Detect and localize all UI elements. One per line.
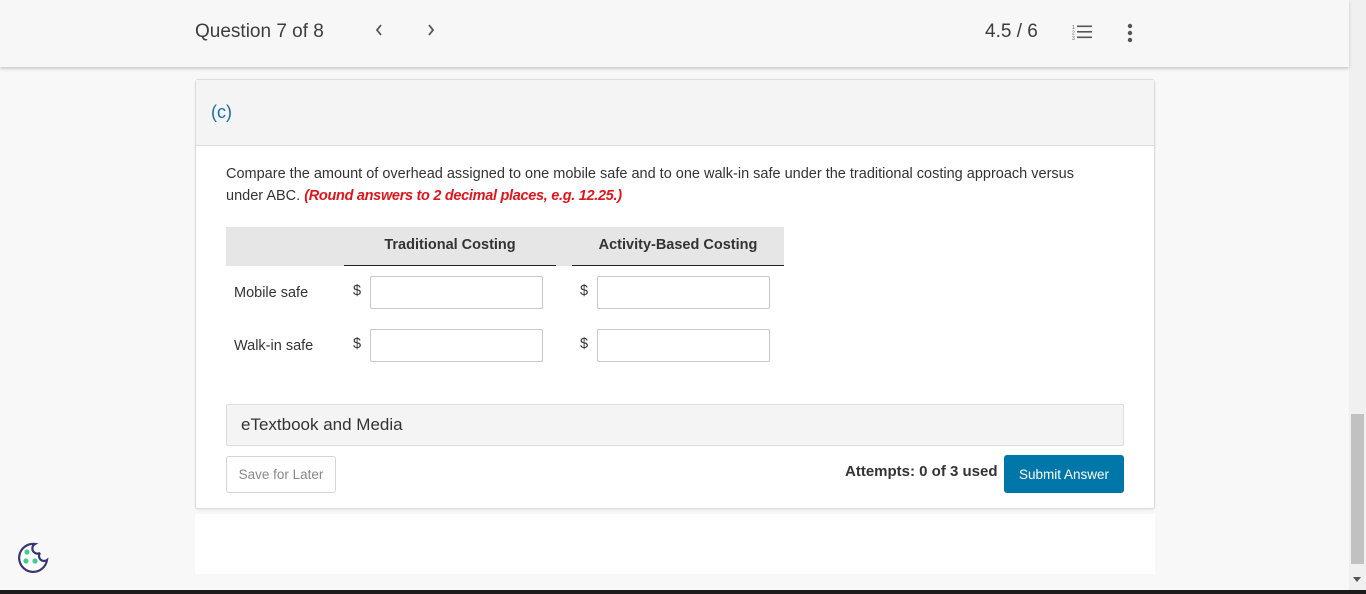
chevron-left-icon bbox=[375, 24, 382, 36]
os-taskbar-edge bbox=[0, 590, 1366, 594]
etextbook-media-panel[interactable]: eTextbook and Media bbox=[226, 404, 1124, 446]
etextbook-media-label: eTextbook and Media bbox=[241, 415, 403, 434]
next-question-button[interactable] bbox=[426, 20, 436, 43]
column-header-traditional: Traditional Costing bbox=[384, 237, 516, 253]
currency-symbol: $ bbox=[353, 336, 362, 352]
chevron-right-icon bbox=[428, 24, 435, 36]
mobile-safe-abc-input[interactable] bbox=[597, 276, 770, 309]
question-text: Compare the amount of overhead assigned … bbox=[226, 163, 1106, 207]
numbered-list-icon[interactable]: 1 2 3 bbox=[1072, 24, 1094, 40]
question-counter: Question 7 of 8 bbox=[195, 21, 324, 42]
currency-symbol: $ bbox=[580, 283, 589, 299]
svg-text:3: 3 bbox=[1072, 36, 1075, 40]
question-card: (c) Compare the amount of overhead assig… bbox=[195, 79, 1155, 509]
walk-in-safe-abc-input[interactable] bbox=[597, 329, 770, 362]
table-header: Traditional Costing Activity-Based Costi… bbox=[226, 227, 784, 266]
currency-symbol: $ bbox=[353, 283, 362, 299]
score-display: 4.5 / 6 bbox=[985, 21, 1038, 42]
vertical-scrollbar[interactable] bbox=[1349, 0, 1366, 594]
attempts-counter: Attempts: 0 of 3 used bbox=[845, 463, 998, 480]
row-label-mobile-safe: Mobile safe bbox=[234, 285, 309, 301]
row-label-walk-in-safe: Walk-in safe bbox=[234, 338, 314, 354]
part-header: (c) bbox=[196, 80, 1154, 146]
column-underline bbox=[572, 265, 784, 266]
walk-in-safe-traditional-input[interactable] bbox=[370, 329, 543, 362]
column-header-abc: Activity-Based Costing bbox=[598, 237, 758, 253]
scroll-down-arrow-icon[interactable] bbox=[1353, 577, 1361, 582]
mobile-safe-traditional-input[interactable] bbox=[370, 276, 543, 309]
scrollbar-thumb[interactable] bbox=[1351, 414, 1364, 564]
part-label: (c) bbox=[211, 102, 232, 122]
content-area-below bbox=[195, 514, 1155, 574]
save-for-later-button[interactable]: Save for Later bbox=[226, 456, 336, 493]
more-vertical-icon[interactable] bbox=[1124, 22, 1136, 44]
submit-answer-button[interactable]: Submit Answer bbox=[1004, 455, 1124, 493]
currency-symbol: $ bbox=[580, 336, 589, 352]
column-underline bbox=[344, 265, 556, 266]
cookie-settings-icon[interactable] bbox=[12, 538, 52, 578]
question-header: Question 7 of 8 4.5 / 6 1 2 3 bbox=[0, 0, 1349, 67]
previous-question-button[interactable] bbox=[374, 20, 384, 43]
rounding-hint: (Round answers to 2 decimal places, e.g.… bbox=[304, 188, 622, 204]
